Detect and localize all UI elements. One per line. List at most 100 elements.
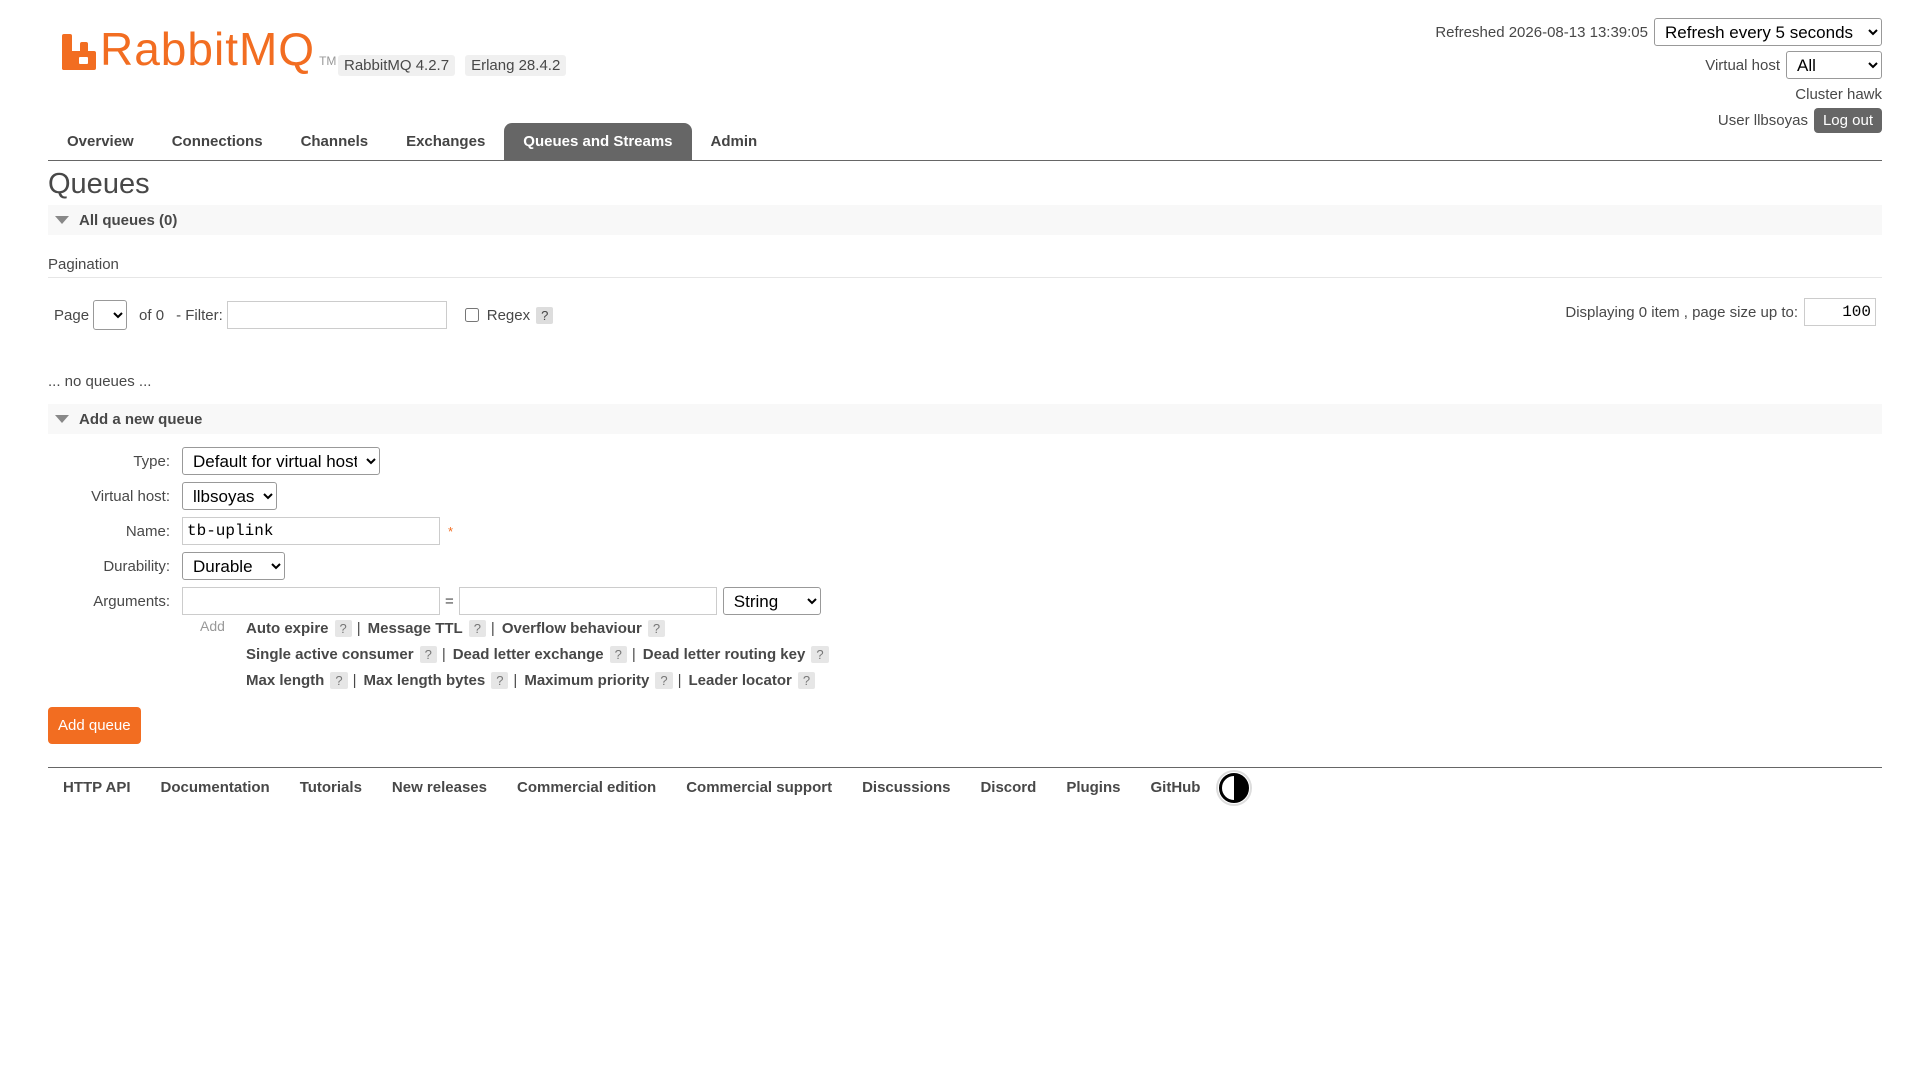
hint-overflow-behaviour[interactable]: Overflow behaviour [502, 620, 642, 637]
argument-hints-row-3: Max length ? | Max length bytes ? | Maxi… [246, 670, 816, 690]
regex-option: Regex ? [464, 306, 554, 324]
page-size-controls: Displaying 0 item , page size up to: [1565, 298, 1876, 326]
rabbitmq-logo[interactable]: RabbitMQ TM [62, 23, 337, 75]
help-icon[interactable]: ? [647, 619, 666, 637]
empty-queues-message: ... no queues ... [48, 373, 152, 390]
queue-name-input[interactable] [182, 517, 440, 545]
tab-exchanges[interactable]: Exchanges [387, 123, 504, 161]
add-queue-button[interactable]: Add queue [48, 707, 141, 744]
theme-toggle-button[interactable] [1216, 769, 1253, 806]
header-status: Refreshed 2026-08-13 13:39:05 Refresh ev… [1435, 18, 1882, 136]
hint-leader-locator[interactable]: Leader locator [689, 672, 792, 689]
footer-link-tutorials[interactable]: Tutorials [300, 779, 362, 796]
help-icon[interactable]: ? [811, 645, 829, 663]
hint-single-active-consumer[interactable]: Single active consumer [246, 646, 414, 663]
footer-link-commercial-edition[interactable]: Commercial edition [517, 779, 656, 796]
regex-checkbox[interactable] [464, 308, 479, 322]
footer: HTTP API Documentation Tutorials New rel… [48, 767, 1882, 807]
tab-queues-and-streams[interactable]: Queues and Streams [504, 123, 692, 161]
page-title: Queues [48, 168, 150, 200]
help-icon[interactable]: ? [419, 645, 437, 663]
help-icon[interactable]: ? [468, 619, 486, 637]
help-icon[interactable]: ? [609, 645, 627, 663]
contrast-icon [1219, 772, 1250, 803]
help-icon[interactable]: ? [491, 671, 509, 689]
add-queue-section-label: Add a new queue [79, 410, 203, 428]
collapse-triangle-icon [55, 216, 69, 224]
rabbit-logo-icon [62, 34, 96, 70]
queue-name-row: Name: * [48, 517, 453, 545]
add-argument-label: Add [200, 618, 225, 634]
cluster-name: Cluster hawk [1795, 85, 1882, 103]
pagination-heading: Pagination [48, 256, 1882, 278]
help-icon[interactable]: ? [655, 671, 673, 689]
queue-vhost-select[interactable]: llbsoyas [182, 482, 277, 510]
collapse-triangle-icon [55, 415, 69, 423]
main-nav-tabs: Overview Connections Channels Exchanges … [48, 123, 1882, 161]
page-size-input[interactable] [1804, 298, 1876, 326]
hint-dead-letter-exchange[interactable]: Dead letter exchange [453, 646, 604, 663]
hint-dead-letter-routing-key[interactable]: Dead letter routing key [643, 646, 806, 663]
page-label: Page [54, 306, 90, 324]
rabbitmq-management-page: RabbitMQ TM RabbitMQ 4.2.7 Erlang 28.4.2… [48, 0, 1882, 1080]
displaying-count: Displaying 0 item , page size up to: [1565, 303, 1798, 321]
queue-vhost-row: Virtual host: llbsoyas [48, 482, 277, 510]
footer-link-plugins[interactable]: Plugins [1066, 779, 1120, 796]
queue-arguments-label: Arguments: [93, 592, 170, 610]
argument-value-input[interactable] [458, 587, 717, 615]
hint-message-ttl[interactable]: Message TTL [368, 620, 463, 637]
version-badges: RabbitMQ 4.2.7 Erlang 28.4.2 [338, 55, 567, 76]
virtual-host-select[interactable]: All [1786, 51, 1882, 79]
queue-type-row: Type: Default for virtual host [48, 447, 380, 475]
erlang-version-badge: Erlang 28.4.2 [465, 55, 567, 76]
add-queue-section-toggle[interactable]: Add a new queue [48, 404, 1882, 434]
queue-type-select[interactable]: Default for virtual host [182, 447, 380, 475]
queue-arguments-row: Arguments: = String [48, 587, 821, 615]
queue-durability-select[interactable]: Durable [182, 552, 285, 580]
argument-hints-row-1: Auto expire ? | Message TTL ? | Overflow… [246, 618, 666, 638]
tab-channels[interactable]: Channels [282, 123, 388, 161]
argument-key-input[interactable] [182, 587, 440, 615]
filter-input[interactable] [226, 301, 447, 329]
help-icon[interactable]: ? [334, 619, 352, 637]
queue-type-label: Type: [133, 452, 170, 470]
hint-max-length-bytes[interactable]: Max length bytes [363, 672, 485, 689]
tab-overview[interactable]: Overview [48, 123, 153, 161]
page-count: of 0 [139, 306, 165, 324]
regex-help-icon[interactable]: ? [536, 306, 554, 324]
all-queues-label: All queues (0) [79, 211, 178, 229]
argument-type-select[interactable]: String [722, 587, 821, 615]
rabbitmq-version-badge: RabbitMQ 4.2.7 [338, 55, 456, 76]
footer-link-discord[interactable]: Discord [980, 779, 1036, 796]
required-mark: * [448, 523, 454, 539]
queue-durability-label: Durability: [103, 557, 170, 575]
footer-link-documentation[interactable]: Documentation [161, 779, 270, 796]
queue-durability-row: Durability: Durable [48, 552, 285, 580]
hint-maximum-priority[interactable]: Maximum priority [524, 672, 649, 689]
page-select[interactable] [93, 300, 128, 330]
footer-link-http-api[interactable]: HTTP API [63, 779, 131, 796]
tab-connections[interactable]: Connections [153, 123, 282, 161]
footer-link-commercial-support[interactable]: Commercial support [686, 779, 832, 796]
hint-max-length[interactable]: Max length [246, 672, 324, 689]
pagination-controls: Page of 0 - Filter: Regex ? [54, 300, 554, 330]
regex-label: Regex [486, 306, 531, 324]
footer-link-github[interactable]: GitHub [1150, 779, 1200, 796]
queue-name-label: Name: [125, 522, 170, 540]
filter-label: - Filter: [176, 306, 223, 324]
refresh-interval-select[interactable]: Refresh every 5 seconds [1654, 18, 1882, 46]
all-queues-section-toggle[interactable]: All queues (0) [48, 205, 1882, 235]
logo-trademark: TM [319, 54, 337, 68]
argument-hints-row-2: Single active consumer ? | Dead letter e… [246, 644, 829, 664]
tab-admin[interactable]: Admin [692, 123, 777, 161]
hint-auto-expire[interactable]: Auto expire [246, 620, 329, 637]
footer-link-new-releases[interactable]: New releases [392, 779, 487, 796]
argument-equals: = [445, 592, 454, 610]
logo-text: RabbitMQ [100, 23, 316, 75]
refreshed-timestamp: Refreshed 2026-08-13 13:39:05 [1435, 23, 1648, 41]
queue-vhost-label: Virtual host: [91, 487, 170, 505]
virtual-host-label: Virtual host [1705, 56, 1780, 74]
footer-link-discussions[interactable]: Discussions [862, 779, 950, 796]
help-icon[interactable]: ? [797, 671, 816, 689]
help-icon[interactable]: ? [330, 671, 348, 689]
